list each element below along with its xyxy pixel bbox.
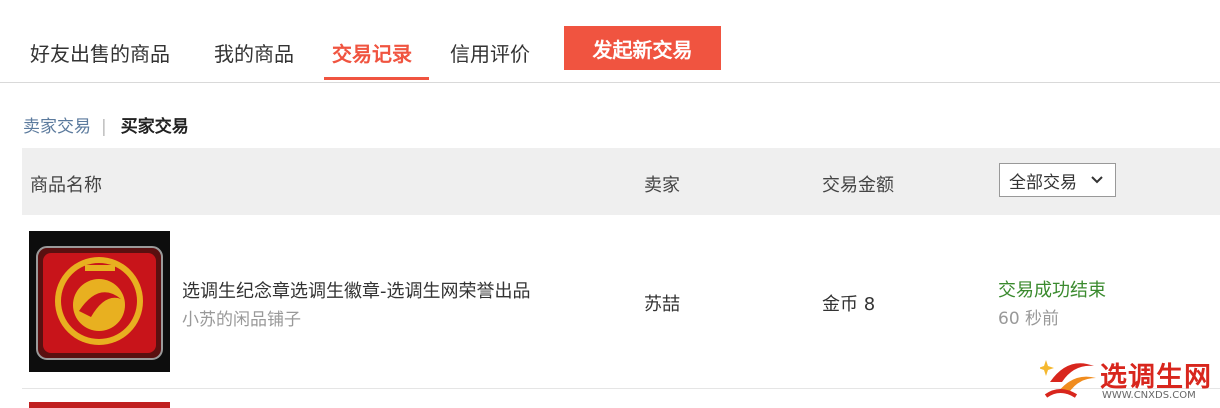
subtab-separator: |: [101, 117, 107, 137]
top-tab-bar: 好友出售的商品 我的商品 交易记录 信用评价 发起新交易: [0, 0, 1220, 83]
trade-type-switch: 卖家交易 | 买家交易: [23, 112, 189, 137]
watermark-site-name: 选调生网: [1100, 362, 1212, 393]
watermark-logo-icon: [1038, 360, 1096, 398]
subtab-buyer-trades[interactable]: 买家交易: [121, 117, 189, 137]
trade-filter-value: 全部交易: [1009, 172, 1077, 193]
seller-name[interactable]: 苏喆: [644, 290, 680, 316]
tab-trade-records[interactable]: 交易记录: [332, 38, 412, 67]
subtab-seller-trades[interactable]: 卖家交易: [23, 117, 91, 137]
next-row-thumbnail-partial: [29, 402, 170, 408]
trade-time: 60 秒前: [998, 309, 1060, 329]
watermark-url: WWW.CNXDS.COM: [1102, 390, 1196, 401]
active-tab-indicator: [324, 77, 429, 80]
site-watermark: 选调生网 WWW.CNXDS.COM: [1038, 352, 1218, 408]
table-header: 商品名称 卖家 交易金额 全部交易: [22, 148, 1220, 215]
trade-filter-select[interactable]: 全部交易: [999, 163, 1116, 197]
shop-name-link[interactable]: 小苏的闲品铺子: [182, 305, 301, 330]
tab-my-products[interactable]: 我的商品: [214, 38, 294, 67]
chevron-down-icon: [1091, 176, 1103, 184]
column-header-product-name: 商品名称: [30, 175, 102, 196]
column-header-seller: 卖家: [644, 175, 680, 196]
product-thumbnail[interactable]: [29, 231, 170, 372]
trade-status: 交易成功结束: [998, 280, 1106, 301]
trade-amount: 金币 8: [822, 294, 876, 315]
tab-credit-rating[interactable]: 信用评价: [450, 38, 530, 67]
column-header-amount: 交易金额: [822, 175, 894, 196]
tab-friends-selling[interactable]: 好友出售的商品: [30, 38, 170, 67]
product-name-link[interactable]: 选调生纪念章选调生徽章-选调生网荣誉出品: [182, 277, 531, 303]
start-new-trade-button[interactable]: 发起新交易: [564, 26, 721, 70]
